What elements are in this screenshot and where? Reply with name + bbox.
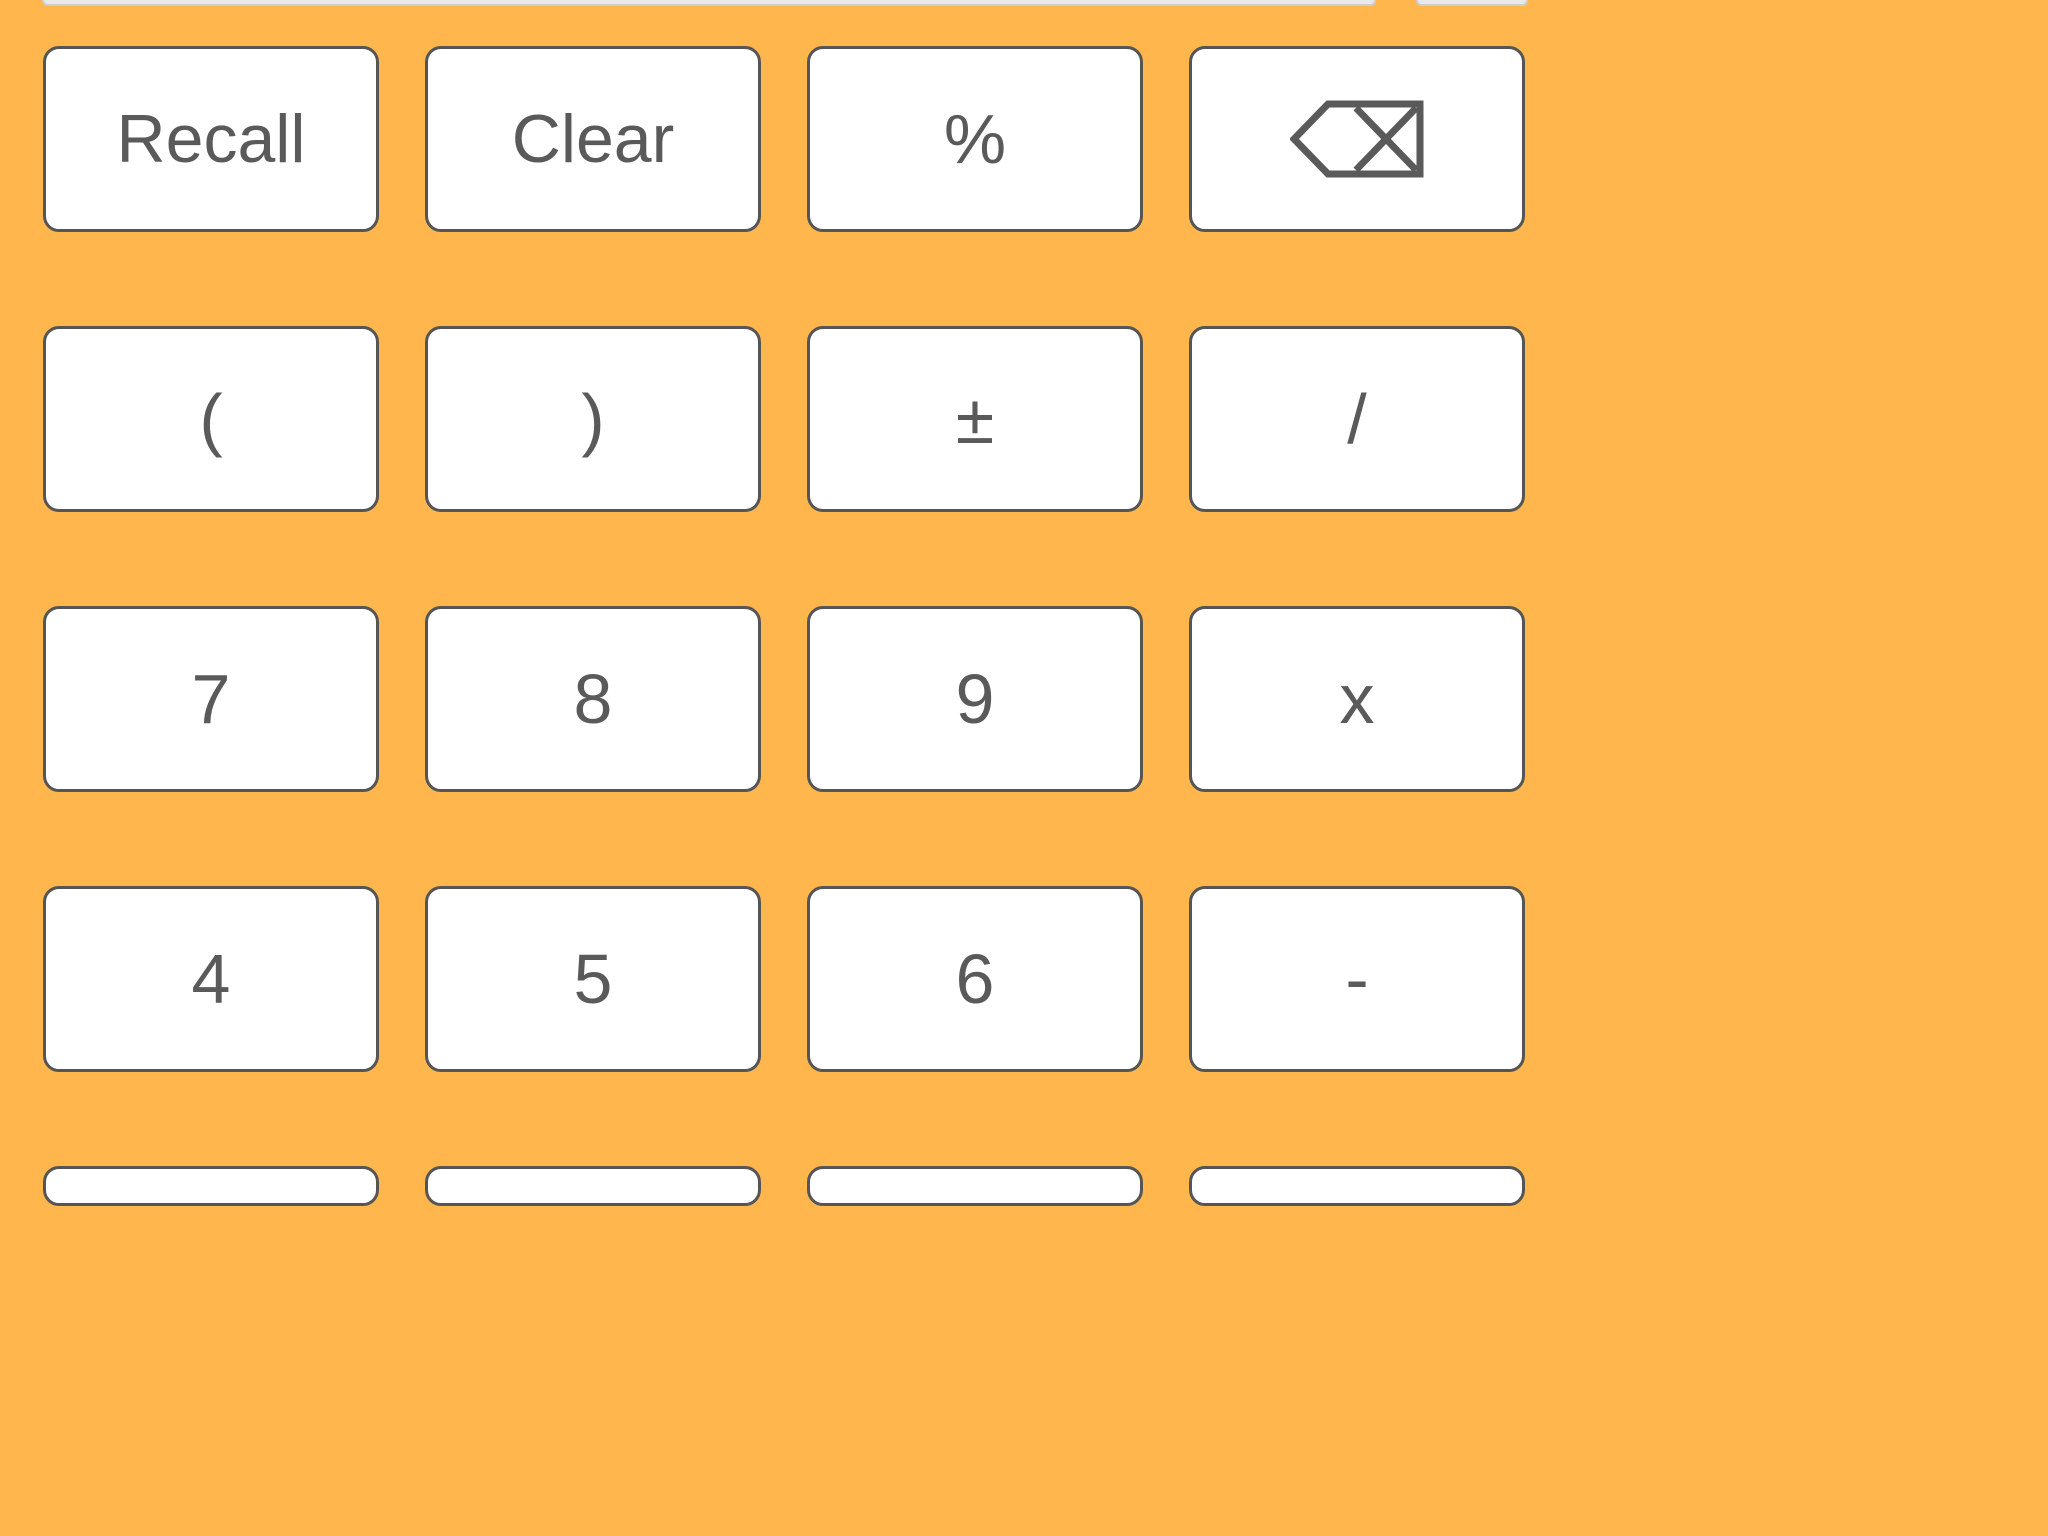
bottom-row-key-4[interactable] [1189,1166,1525,1206]
bottom-row-key-1[interactable] [43,1166,379,1206]
divide-button[interactable]: / [1189,326,1525,512]
digit-8-button[interactable]: 8 [425,606,761,792]
digit-9-button[interactable]: 9 [807,606,1143,792]
bottom-row-key-2[interactable] [425,1166,761,1206]
close-paren-button[interactable]: ) [425,326,761,512]
digit-5-button[interactable]: 5 [425,886,761,1072]
multiply-button[interactable]: x [1189,606,1525,792]
backspace-button[interactable] [1189,46,1525,232]
percent-button[interactable]: % [807,46,1143,232]
backspace-icon [1290,100,1424,178]
clear-button[interactable]: Clear [425,46,761,232]
recall-button[interactable]: Recall [43,46,379,232]
digit-7-button[interactable]: 7 [43,606,379,792]
bottom-row-key-3[interactable] [807,1166,1143,1206]
digit-4-button[interactable]: 4 [43,886,379,1072]
display-field[interactable] [42,0,1376,6]
plus-minus-button[interactable]: ± [807,326,1143,512]
subtract-button[interactable]: - [1189,886,1525,1072]
display-side-button[interactable] [1416,0,1528,6]
keypad: Recall Clear % ( ) ± / 7 8 9 x 4 5 6 - [43,46,1525,1352]
digit-6-button[interactable]: 6 [807,886,1143,1072]
open-paren-button[interactable]: ( [43,326,379,512]
